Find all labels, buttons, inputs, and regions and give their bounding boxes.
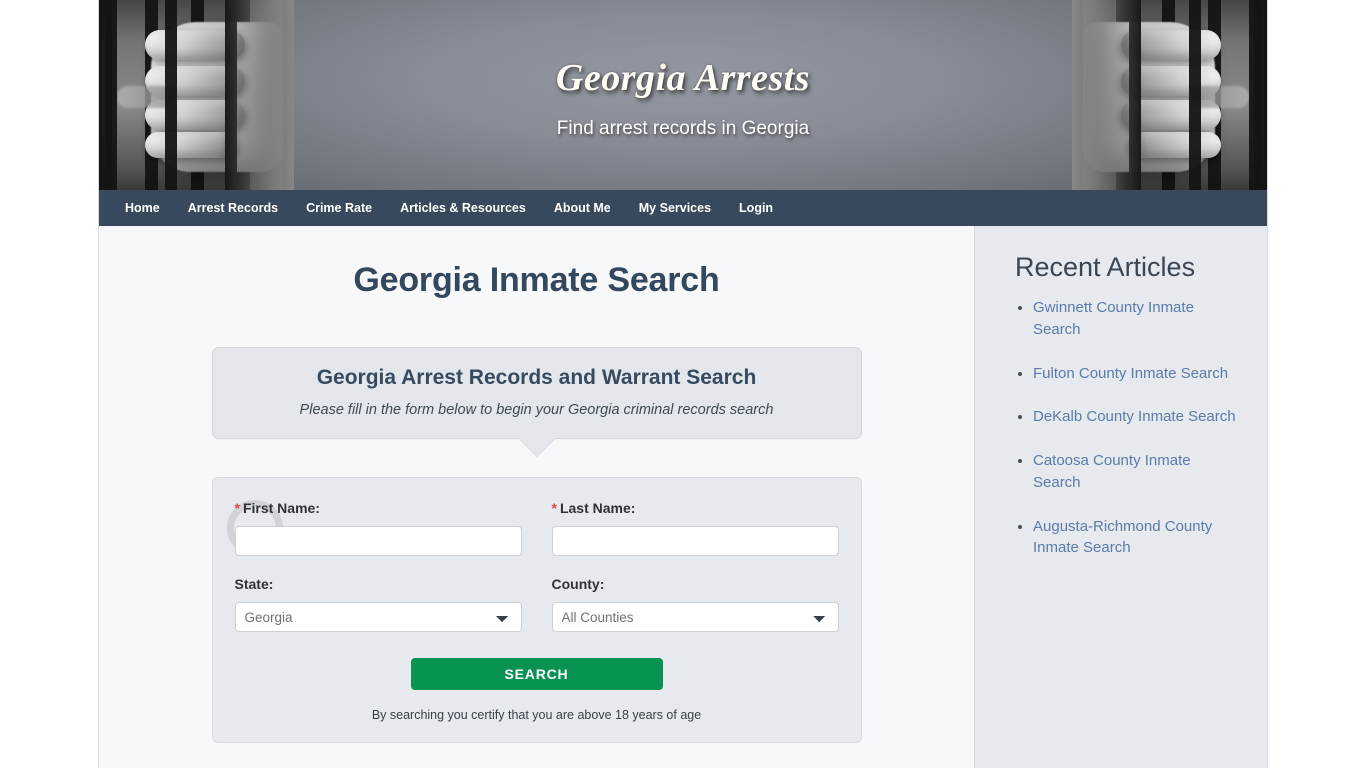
article-link-gwinnett[interactable]: Gwinnett County Inmate Search [1033, 299, 1194, 338]
name-row: * First Name: * Last Name: [234, 500, 839, 556]
article-link-catoosa[interactable]: Catoosa County Inmate Search [1033, 452, 1191, 491]
intro-bubble-tail-icon [518, 438, 555, 456]
article-link-dekalb[interactable]: DeKalb County Inmate Search [1033, 408, 1236, 425]
intro-bubble-subtitle: Please fill in the form below to begin y… [299, 402, 774, 418]
article-link-augusta-richmond[interactable]: Augusta-Richmond County Inmate Search [1033, 518, 1212, 557]
county-label: County: [551, 576, 605, 592]
state-field-group: State: Georgia [234, 576, 522, 632]
recent-articles-list: Gwinnett County Inmate Search Fulton Cou… [1015, 297, 1239, 559]
page-title: Georgia Inmate Search [353, 261, 720, 299]
search-form-panel: * First Name: * Last Name: State: Georgia [211, 477, 862, 743]
site-page: Georgia Arrests Find arrest records in G… [98, 0, 1268, 768]
first-name-label: * First Name: [235, 500, 522, 516]
nav-item-crime-rate[interactable]: Crime Rate [292, 190, 386, 226]
last-name-label: * Last Name: [552, 500, 839, 516]
intro-bubble: Georgia Arrest Records and Warrant Searc… [211, 347, 862, 456]
list-item: DeKalb County Inmate Search [1033, 406, 1239, 428]
main-navigation: Home Arrest Records Crime Rate Articles … [99, 190, 1267, 226]
state-select[interactable]: Georgia [234, 602, 522, 632]
state-label: State: [234, 576, 274, 592]
county-select[interactable]: All Counties [551, 602, 839, 632]
last-name-field-group: * Last Name: [551, 500, 839, 556]
age-disclaimer: By searching you certify that you are ab… [371, 708, 702, 722]
content-area: Georgia Inmate Search Georgia Arrest Rec… [99, 226, 1267, 768]
site-tagline: Find arrest records in Georgia [556, 118, 810, 139]
list-item: Catoosa County Inmate Search [1033, 450, 1239, 494]
sidebar: Recent Articles Gwinnett County Inmate S… [974, 226, 1267, 768]
last-name-input[interactable] [551, 526, 839, 556]
article-link-fulton[interactable]: Fulton County Inmate Search [1033, 365, 1228, 382]
location-row: State: Georgia County: All Counties [234, 576, 839, 632]
first-name-input[interactable] [234, 526, 522, 556]
last-name-label-text: Last Name: [559, 500, 636, 516]
intro-bubble-title: Georgia Arrest Records and Warrant Searc… [316, 366, 757, 389]
nav-item-login[interactable]: Login [725, 190, 787, 226]
county-field-group: County: All Counties [551, 576, 839, 632]
site-title: Georgia Arrests [555, 57, 811, 99]
nav-item-articles-resources[interactable]: Articles & Resources [386, 190, 540, 226]
list-item: Gwinnett County Inmate Search [1033, 297, 1239, 341]
nav-item-arrest-records[interactable]: Arrest Records [174, 190, 292, 226]
list-item: Augusta-Richmond County Inmate Search [1033, 516, 1239, 560]
intro-bubble-body: Georgia Arrest Records and Warrant Searc… [211, 347, 862, 439]
first-name-required-marker: * [234, 500, 240, 516]
first-name-label-text: First Name: [242, 500, 320, 516]
search-button[interactable]: SEARCH [410, 658, 663, 690]
nav-item-home[interactable]: Home [111, 190, 174, 226]
site-banner: Georgia Arrests Find arrest records in G… [99, 0, 1267, 190]
sidebar-title: Recent Articles [1015, 252, 1196, 282]
last-name-required-marker: * [551, 500, 557, 516]
nav-item-about-me[interactable]: About Me [540, 190, 625, 226]
nav-item-my-services[interactable]: My Services [625, 190, 725, 226]
main-column: Georgia Inmate Search Georgia Arrest Rec… [99, 226, 974, 768]
first-name-field-group: * First Name: [234, 500, 522, 556]
list-item: Fulton County Inmate Search [1033, 363, 1239, 385]
